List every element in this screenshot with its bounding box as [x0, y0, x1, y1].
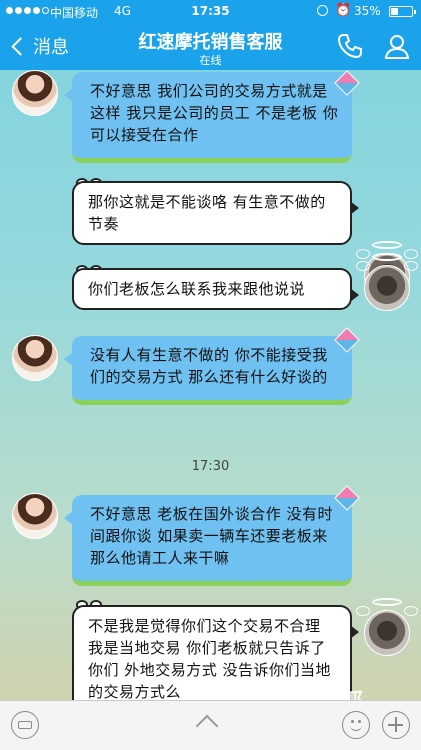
status-bar: 中国移动 4G 17:35 ⏰ 35%	[0, 0, 421, 22]
contact-avatar[interactable]	[12, 493, 58, 539]
message-text: 那你这就是不能谈咯 有生意不做的节奏	[88, 193, 326, 233]
alarm-icon: ⏰	[335, 3, 352, 18]
message-text: 不是我是觉得你们这个交易不合理 我是当地交易 你们老板就只告诉了你们 外地交易方…	[88, 617, 332, 700]
message-text: 不好意思 我们公司的交易方式就是这样 我只是公司的员工 不是老板 你可以接受在合…	[90, 82, 339, 144]
rotation-lock-icon	[317, 5, 328, 16]
message-bubble-outgoing[interactable]: 那你这就是不能谈咯 有生意不做的节奏	[72, 181, 359, 245]
profile-icon[interactable]	[383, 32, 411, 60]
message-bubble-incoming[interactable]: 没有人有生意不做的 你不能接受我们的交易方式 那么还有什么好谈的	[64, 336, 352, 405]
message-bubble-outgoing[interactable]: 你们老板怎么联系我来跟他说说	[72, 268, 359, 310]
nav-bar: 消息 红速摩托销售客服 在线	[0, 22, 421, 70]
user-avatar[interactable]	[356, 598, 418, 656]
message-bubble-incoming[interactable]: 不好意思 我们公司的交易方式就是这样 我只是公司的员工 不是老板 你可以接受在合…	[64, 72, 352, 163]
chevron-up-icon[interactable]	[195, 714, 219, 738]
voice-keyboard-icon[interactable]	[11, 711, 39, 739]
input-toolbar	[0, 700, 421, 750]
plus-icon[interactable]	[382, 711, 410, 739]
emoji-icon[interactable]	[342, 711, 370, 739]
phone-icon[interactable]	[336, 32, 364, 60]
user-avatar[interactable]	[356, 253, 418, 311]
battery-icon	[389, 6, 416, 17]
message-text: 不好意思 老板在国外谈合作 没有时间跟你谈 如果卖一辆车还要老板来 那么他请工人…	[90, 505, 334, 567]
contact-avatar[interactable]	[12, 335, 58, 381]
message-bubble-incoming[interactable]: 不好意思 老板在国外谈合作 没有时间跟你谈 如果卖一辆车还要老板来 那么他请工人…	[64, 495, 352, 586]
message-bubble-outgoing[interactable]: 不是我是觉得你们这个交易不合理 我是当地交易 你们老板就只告诉了你们 外地交易方…	[72, 605, 359, 700]
chat-area[interactable]: 不好意思 我们公司的交易方式就是这样 我只是公司的员工 不是老板 你可以接受在合…	[0, 70, 421, 700]
message-text: 没有人有生意不做的 你不能接受我们的交易方式 那么还有什么好谈的	[90, 346, 328, 386]
battery-percent: 35%	[354, 4, 381, 18]
message-text: 你们老板怎么联系我来跟他说说	[88, 280, 306, 298]
chat-timestamp: 17:30	[191, 459, 230, 474]
contact-avatar[interactable]	[12, 70, 58, 116]
